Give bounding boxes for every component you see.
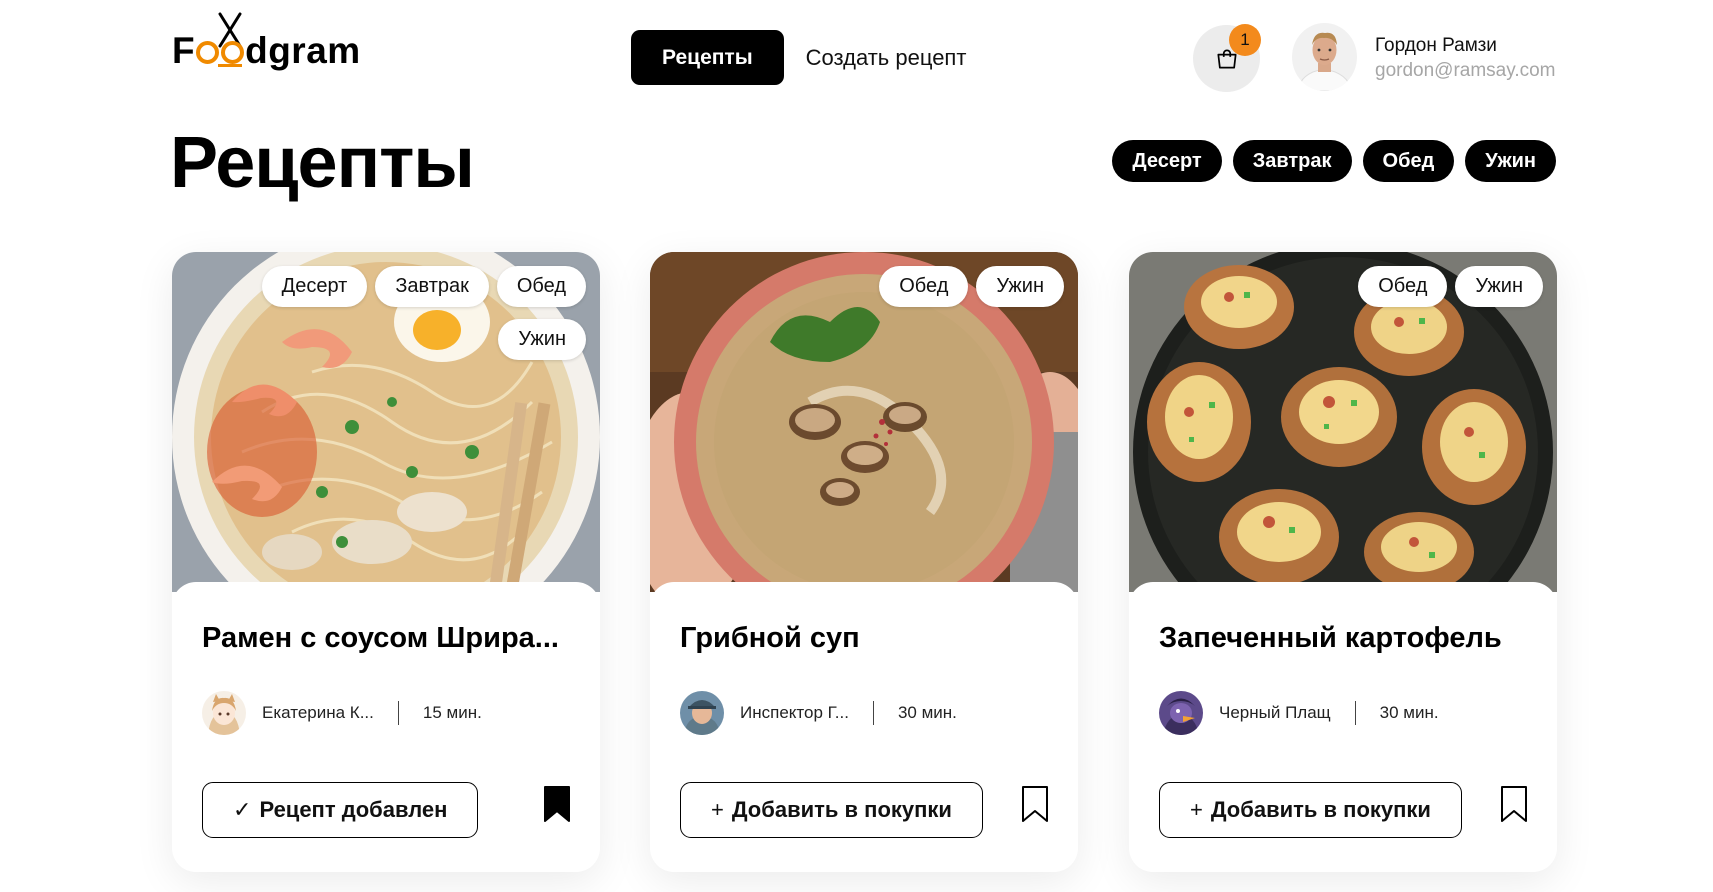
recipe-meta: Екатерина К... 15 мин. <box>202 690 482 736</box>
recipe-title[interactable]: Рамен с соусом Шрира... <box>202 622 572 655</box>
filter-dessert[interactable]: Десерт <box>1112 140 1222 182</box>
recipe-tags: Обед Ужин <box>704 266 1064 307</box>
filter-breakfast[interactable]: Завтрак <box>1232 140 1352 182</box>
recipe-added-button[interactable]: ✓ Рецепт добавлен <box>202 782 479 838</box>
bookmark-icon[interactable] <box>1020 785 1050 823</box>
recipe-meta: Черный Плащ 30 мин. <box>1159 690 1439 736</box>
nav-create-recipe[interactable]: Создать рецепт <box>806 45 967 71</box>
recipe-card-body: Рамен с соусом Шрира... Екатерина К... 1… <box>172 582 600 872</box>
filter-lunch[interactable]: Обед <box>1362 140 1455 182</box>
add-to-cart-button[interactable]: + Добавить в покупки <box>1159 782 1462 838</box>
recipe-title[interactable]: Грибной суп <box>680 622 1050 655</box>
check-icon: ✓ <box>233 797 252 822</box>
action-button-label: Добавить в покупки <box>1210 797 1431 822</box>
meta-divider <box>872 701 874 725</box>
recipe-tag[interactable]: Ужин <box>498 319 586 360</box>
add-to-cart-button[interactable]: + Добавить в покупки <box>680 782 983 838</box>
action-button-label: Рецепт добавлен <box>259 797 448 822</box>
cook-time: 30 мин. <box>1379 703 1439 722</box>
recipe-tag[interactable]: Обед <box>879 266 969 307</box>
recipe-card-body: Грибной суп Инспектор Г... 30 мин. + Доб… <box>650 582 1078 872</box>
plus-icon: + <box>711 797 724 822</box>
filter-dinner[interactable]: Ужин <box>1465 140 1556 182</box>
author-name[interactable]: Екатерина К... <box>262 703 374 723</box>
bookmark-filled-icon[interactable] <box>542 785 572 823</box>
author-avatar <box>1159 691 1203 735</box>
meta-divider <box>1354 701 1356 725</box>
meta-divider <box>397 701 399 725</box>
cook-time: 30 мин. <box>897 703 957 722</box>
user-avatar[interactable] <box>1292 23 1357 91</box>
user-name: Гордон Рамзи <box>1375 35 1497 56</box>
recipe-card[interactable]: Обед Ужин Грибной суп Инспектор Г... 30 … <box>650 252 1078 872</box>
nav-recipes[interactable]: Рецепты <box>631 30 784 85</box>
recipe-tag[interactable]: Десерт <box>261 266 368 307</box>
recipe-tag[interactable]: Завтрак <box>375 266 489 307</box>
recipe-tag[interactable]: Ужин <box>976 266 1064 307</box>
action-button-label: Добавить в покупки <box>731 797 952 822</box>
cart-count-badge: 1 <box>1229 24 1261 56</box>
user-email: gordon@ramsay.com <box>1375 60 1556 81</box>
foodgram-logo[interactable]: Fdgram <box>172 12 372 74</box>
author-avatar <box>202 691 246 735</box>
recipe-title[interactable]: Запеченный картофель <box>1159 622 1529 655</box>
bookmark-icon[interactable] <box>1499 785 1529 823</box>
recipe-tags: Обед Ужин <box>1183 266 1543 307</box>
logo-text: Fdgram <box>172 30 361 71</box>
recipe-card[interactable]: Десерт Завтрак Обед Ужин Рамен с соусом … <box>172 252 600 872</box>
cook-time: 15 мин. <box>422 703 482 722</box>
page-title: Рецепты <box>170 123 475 203</box>
recipe-tag[interactable]: Обед <box>496 266 586 307</box>
main-nav: Рецепты Создать рецепт <box>631 30 966 85</box>
author-avatar <box>680 691 724 735</box>
recipe-tag[interactable]: Ужин <box>1455 266 1543 307</box>
category-filters: Десерт Завтрак Обед Ужин <box>1112 140 1556 182</box>
recipe-meta: Инспектор Г... 30 мин. <box>680 690 957 736</box>
recipe-tag[interactable]: Обед <box>1358 266 1448 307</box>
recipe-tags: Десерт Завтрак Обед Ужин <box>226 266 586 360</box>
author-name[interactable]: Черный Плащ <box>1219 703 1331 723</box>
recipe-card[interactable]: Обед Ужин Запеченный картофель Черный Пл… <box>1129 252 1557 872</box>
plus-icon: + <box>1190 797 1203 822</box>
recipe-card-body: Запеченный картофель Черный Плащ 30 мин.… <box>1129 582 1557 872</box>
author-name[interactable]: Инспектор Г... <box>740 703 849 723</box>
